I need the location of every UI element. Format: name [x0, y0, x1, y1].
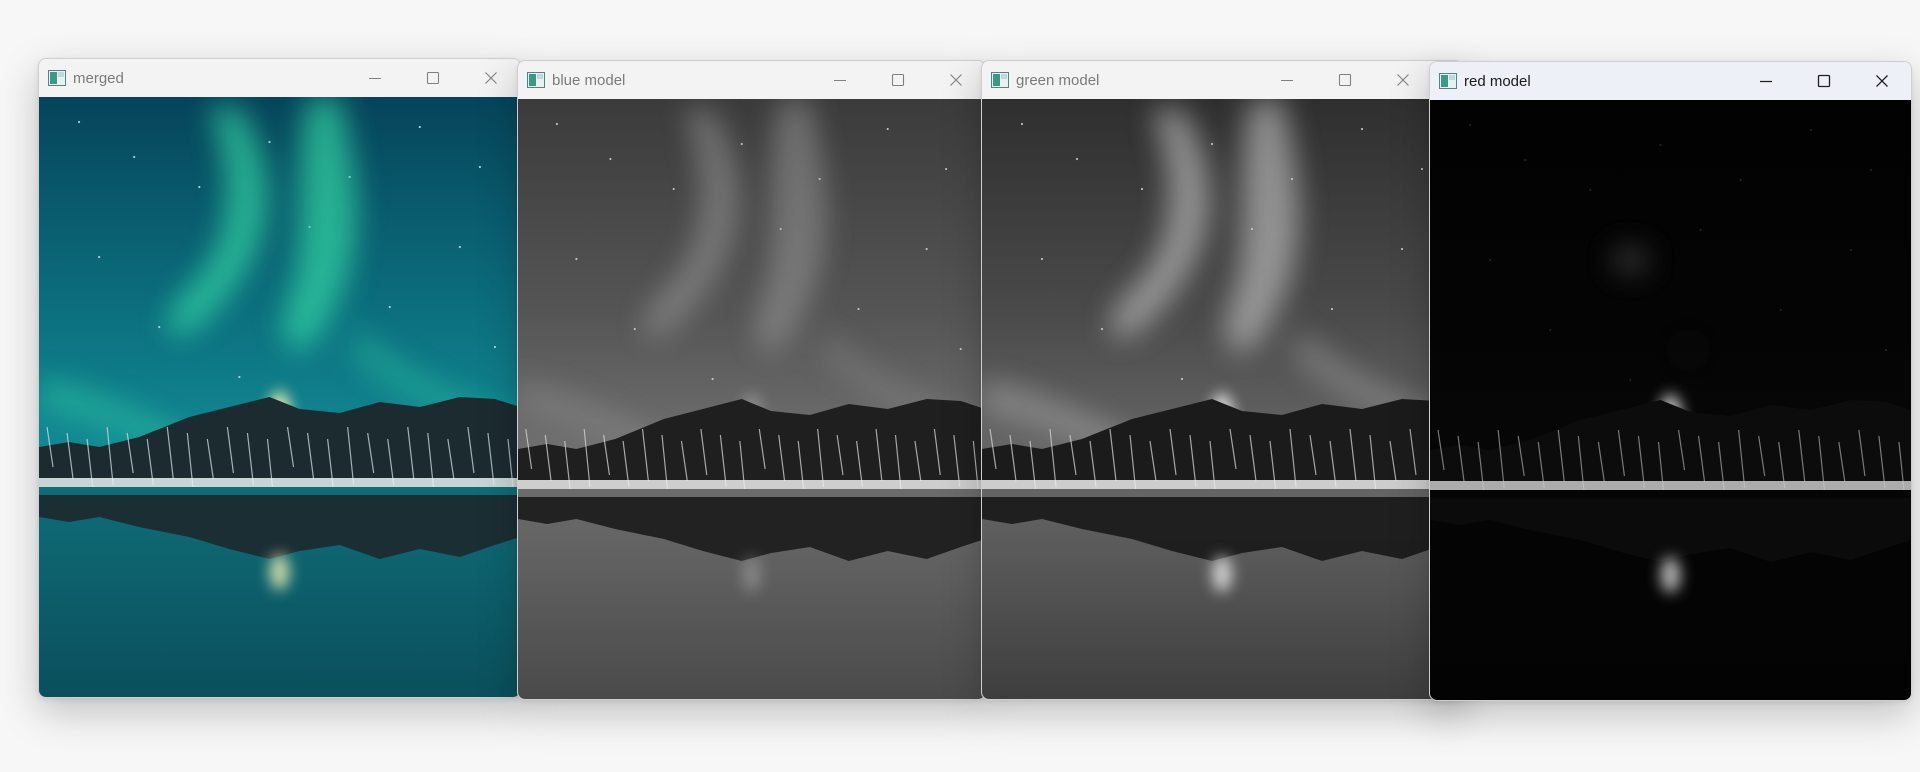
image-canvas [518, 99, 985, 699]
star [555, 122, 558, 126]
maximize-button[interactable] [869, 61, 927, 99]
star [1629, 378, 1632, 382]
close-icon [1397, 74, 1409, 86]
maximize-icon [426, 71, 440, 85]
star [1360, 127, 1364, 131]
close-icon [1876, 75, 1888, 87]
star [1180, 377, 1184, 381]
star [1075, 157, 1079, 161]
desktop: { "windows": [ { "title": "merged", "mod… [0, 0, 1920, 772]
star [575, 257, 578, 261]
star [418, 125, 421, 129]
maximize-button[interactable] [1316, 61, 1374, 99]
app-window-icon [527, 72, 545, 88]
minimize-icon [369, 77, 381, 80]
minimize-icon [1281, 79, 1293, 82]
window-merged[interactable]: merged [38, 58, 521, 698]
star [1549, 328, 1552, 332]
star [1210, 142, 1214, 146]
star [1100, 327, 1104, 331]
minimize-button[interactable] [1258, 61, 1316, 99]
star [1699, 228, 1702, 232]
close-button[interactable] [1374, 61, 1432, 99]
window-red-model[interactable]: red model [1429, 61, 1912, 701]
window-title: red model [1464, 72, 1531, 90]
star [1489, 258, 1492, 262]
close-button[interactable] [462, 59, 520, 97]
minimize-button[interactable] [811, 61, 869, 99]
star [1779, 308, 1782, 312]
maximize-icon [1817, 74, 1831, 88]
star [388, 305, 391, 309]
star [945, 167, 948, 171]
star [609, 157, 612, 161]
star [1739, 178, 1742, 182]
star [1020, 122, 1024, 126]
maximize-icon [1338, 73, 1352, 87]
reflection-glow [741, 556, 762, 592]
star [925, 247, 928, 251]
star [633, 327, 636, 331]
reflection-glow [269, 554, 290, 590]
window-green-model[interactable]: green model [981, 60, 1463, 700]
image-canvas [39, 97, 520, 697]
star [740, 142, 743, 146]
window-title: blue model [552, 71, 626, 89]
star [133, 155, 136, 159]
star [1884, 348, 1888, 352]
star [1468, 123, 1472, 127]
minimize-button[interactable] [346, 59, 404, 97]
image-canvas [982, 99, 1462, 699]
aurora-image [518, 99, 985, 699]
minimize-icon [834, 79, 846, 82]
image-canvas [1430, 100, 1911, 700]
reflection-glow [1212, 556, 1232, 592]
star [1524, 158, 1527, 162]
star [493, 345, 497, 349]
app-window-icon [991, 72, 1009, 88]
star [959, 347, 962, 351]
maximize-button[interactable] [1795, 62, 1853, 100]
minimize-button[interactable] [1737, 62, 1795, 100]
star [711, 377, 714, 381]
window-blue-model[interactable]: blue model [517, 60, 986, 700]
star [77, 120, 81, 124]
star [158, 325, 161, 329]
star [1420, 167, 1424, 171]
maximize-button[interactable] [404, 59, 462, 97]
star [886, 127, 889, 131]
window-title: green model [1016, 71, 1100, 89]
star [198, 185, 201, 189]
star [1659, 143, 1662, 147]
close-icon [485, 72, 497, 84]
reflection-glow [1660, 557, 1681, 593]
star [1140, 187, 1144, 191]
star [478, 165, 482, 169]
maximize-icon [891, 73, 905, 87]
star [98, 255, 101, 259]
aurora-image [39, 97, 520, 697]
aurora-image [982, 99, 1462, 699]
minimize-icon [1760, 80, 1772, 83]
app-window-icon [1439, 73, 1457, 89]
star [1809, 128, 1812, 132]
star [1589, 188, 1592, 192]
app-window-icon [48, 70, 66, 86]
star [1869, 168, 1873, 172]
star [1330, 307, 1334, 311]
close-button[interactable] [927, 61, 985, 99]
close-button[interactable] [1853, 62, 1911, 100]
star [268, 140, 271, 144]
star [1040, 257, 1044, 261]
window-title: merged [73, 69, 124, 87]
star [238, 375, 241, 379]
close-icon [950, 74, 962, 86]
star [1849, 248, 1852, 252]
star [1400, 247, 1404, 251]
star [857, 307, 860, 311]
aurora-image [1430, 100, 1911, 700]
star [672, 187, 675, 191]
star [458, 245, 461, 249]
